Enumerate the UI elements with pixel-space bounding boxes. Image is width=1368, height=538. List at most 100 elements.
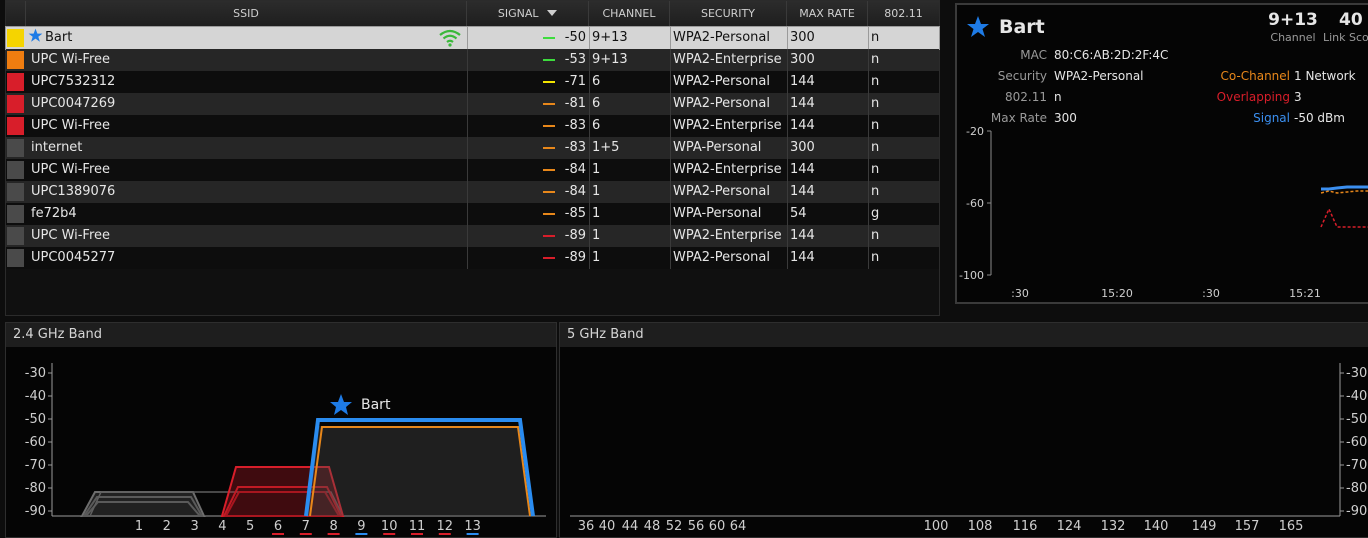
phy-cell: n <box>871 118 880 133</box>
signal-cell: -71 <box>564 74 586 89</box>
signal-column-header[interactable]: SIGNAL <box>467 1 589 26</box>
network-row[interactable]: UPC Wi-Free -84 1 WPA2-Enterprise 144 n <box>6 159 939 181</box>
channel-column-header[interactable]: CHANNEL <box>589 1 670 26</box>
network-row[interactable]: UPC Wi-Free -53 9+13 WPA2-Enterprise 300 n <box>6 49 939 71</box>
sort-descending-icon <box>547 10 558 16</box>
band-5ghz-y-tick-label: -60 <box>1346 435 1367 450</box>
favorite-star-icon[interactable] <box>965 15 991 39</box>
network-color-swatch <box>7 161 24 179</box>
network-color-swatch <box>7 51 24 69</box>
ssid-cell: internet <box>28 137 466 159</box>
security-column-header[interactable]: SECURITY <box>670 1 787 26</box>
network-row[interactable]: UPC Wi-Free -89 1 WPA2-Enterprise 144 n <box>6 225 939 247</box>
max-rate-cell: 144 <box>790 228 815 243</box>
network-row[interactable]: internet -83 1+5 WPA-Personal 300 n <box>6 137 939 159</box>
detail-network-name: Bart <box>999 16 1045 38</box>
network-row[interactable]: Bart -50 9+13 WPA2-Personal 300 n <box>5 26 940 50</box>
network-color-swatch <box>7 95 24 113</box>
signal-cell: -83 <box>564 140 586 155</box>
ssid-cell: UPC Wi-Free <box>28 49 466 71</box>
max-rate-column-header[interactable]: MAX RATE <box>787 1 868 26</box>
graph-x-tick-label: 15:21 <box>1289 287 1321 300</box>
band-5ghz-channel-label: 157 <box>1235 519 1260 534</box>
detail-channel-value: 9+13 <box>1268 10 1318 30</box>
favorite-star-icon[interactable] <box>28 28 43 43</box>
band-24ghz-channel-label: 13 <box>464 519 481 534</box>
phy-cell: n <box>871 184 880 199</box>
security-cell: WPA2-Personal <box>673 184 770 199</box>
band-5ghz-y-tick-label: -40 <box>1346 389 1367 404</box>
channel-cell: 1+5 <box>592 140 620 155</box>
band-24ghz-y-tick-label: -40 <box>25 389 46 404</box>
graph-y-tick-label: -20 <box>966 125 984 138</box>
band-24ghz-channel-label: 10 <box>381 519 398 534</box>
overlapping-label: Overlapping <box>1216 90 1290 104</box>
max-rate-cell: 144 <box>790 74 815 89</box>
band-24ghz-y-tick-label: -30 <box>25 366 46 381</box>
band-24ghz-channel-label: 9 <box>357 519 365 534</box>
security-cell: WPA2-Personal <box>673 250 770 265</box>
band-24ghz-channel-label: 6 <box>274 519 282 534</box>
max-rate-cell: 144 <box>790 250 815 265</box>
band-5ghz-y-tick-label: -90 <box>1346 504 1367 519</box>
band-5ghz-panel: 5 GHz Band -30 -40 -50 -60 -70 -80 -90 36 40 44 4… <box>559 322 1368 538</box>
ssid-cell: UPC0045277 <box>28 247 466 269</box>
band-24ghz-channel-label: 4 <box>218 519 226 534</box>
ssid-cell: UPC1389076 <box>28 181 466 203</box>
ssid-text: UPC Wi-Free <box>31 162 111 177</box>
network-color-swatch <box>7 205 24 223</box>
channel-cell: 9+13 <box>592 52 628 67</box>
band-5ghz-channel-label: 140 <box>1144 519 1169 534</box>
security-cell: WPA2-Enterprise <box>673 162 782 177</box>
co-channel-history-line <box>1320 190 1368 194</box>
security-cell: WPA2-Personal <box>673 74 770 89</box>
phy-cell: g <box>871 206 880 221</box>
graph-x-tick-label: :30 <box>1202 287 1220 300</box>
network-table: SSID SIGNAL CHANNEL SECURITY MAX RATE 80… <box>5 0 940 316</box>
band-24ghz-title: 2.4 GHz Band <box>6 323 556 347</box>
phy-cell: n <box>871 228 880 243</box>
band-5ghz-channel-label: 116 <box>1013 519 1038 534</box>
security-cell: WPA2-Enterprise <box>673 52 782 67</box>
color-column-header <box>6 1 26 26</box>
security-cell: WPA2-Enterprise <box>673 118 782 133</box>
channel-cell: 6 <box>592 96 601 111</box>
phy-column-header[interactable]: 802.11 <box>868 1 939 26</box>
band-5ghz-y-tick-label: -50 <box>1346 412 1367 427</box>
ssid-cell: Bart <box>28 27 466 49</box>
phy-cell: n <box>871 74 880 89</box>
network-row[interactable]: fe72b4 -85 1 WPA-Personal 54 g <box>6 203 939 225</box>
detail-phy-value: n <box>1054 90 1062 104</box>
band-24ghz-panel: 2.4 GHz Band -30 -40 -50 -60 -70 -80 -90 12345… <box>5 322 557 538</box>
ssid-cell: UPC Wi-Free <box>28 225 466 247</box>
detail-mac-label: MAC <box>1020 48 1047 62</box>
band-5ghz-y-tick-label: -70 <box>1346 458 1367 473</box>
ssid-text: UPC0047269 <box>31 96 116 111</box>
band-24ghz-channel-label: 12 <box>437 519 454 534</box>
band-5ghz-channel-label: 100 <box>924 519 949 534</box>
signal-history-graph: -20 -60 -100 :30 15:20 :30 15:21 <box>959 125 1368 300</box>
ssid-text: UPC Wi-Free <box>31 118 111 133</box>
graph-y-tick-label: -60 <box>966 197 984 210</box>
bart-curve-label: Bart <box>361 397 391 413</box>
network-row[interactable]: UPC0045277 -89 1 WPA2-Personal 144 n <box>6 247 939 269</box>
connected-wifi-icon <box>439 29 461 47</box>
ssid-text: fe72b4 <box>31 206 77 221</box>
ssid-column-header[interactable]: SSID <box>26 1 467 26</box>
band-24ghz-y-tick-label: -60 <box>25 435 46 450</box>
band-5ghz-chart: -30 -40 -50 -60 -70 -80 -90 36 40 44 48 52 56 60 64 10… <box>570 363 1367 534</box>
security-cell: WPA-Personal <box>673 140 762 155</box>
ssid-text: UPC Wi-Free <box>31 228 111 243</box>
band-24ghz-channel-label: 3 <box>190 519 198 534</box>
network-row[interactable]: UPC0047269 -81 6 WPA2-Personal 144 n <box>6 93 939 115</box>
detail-mac-value: 80:C6:AB:2D:2F:4C <box>1054 48 1169 62</box>
bart-star-icon[interactable] <box>330 394 352 415</box>
network-row[interactable]: UPC1389076 -84 1 WPA2-Personal 144 n <box>6 181 939 203</box>
signal-cell: -89 <box>564 250 586 265</box>
phy-cell: n <box>871 30 880 45</box>
signal-cell: -85 <box>564 206 586 221</box>
network-row[interactable]: UPC7532312 -71 6 WPA2-Personal 144 n <box>6 71 939 93</box>
network-color-swatch <box>7 73 24 91</box>
network-row[interactable]: UPC Wi-Free -83 6 WPA2-Enterprise 144 n <box>6 115 939 137</box>
network-fill-bart <box>306 426 534 516</box>
